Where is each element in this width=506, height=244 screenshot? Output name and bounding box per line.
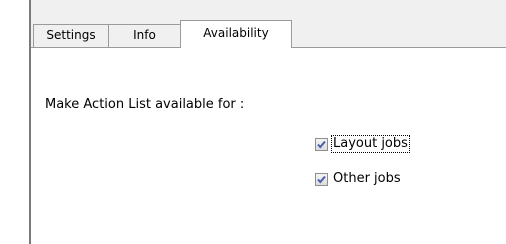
availability-panel	[31, 47, 506, 244]
layout-jobs-checkbox[interactable]: Layout jobs	[315, 135, 410, 153]
checkbox-box[interactable]	[315, 172, 328, 186]
tab-settings[interactable]: Settings	[33, 24, 109, 47]
tab-settings-label: Settings	[46, 28, 96, 42]
checkbox-box[interactable]	[315, 137, 328, 151]
tab-info-label: Info	[133, 28, 156, 42]
tab-info[interactable]: Info	[108, 24, 181, 47]
checkmark-icon	[317, 140, 326, 149]
layout-jobs-label: Layout jobs	[331, 135, 410, 153]
tab-availability-label: Availability	[203, 26, 269, 40]
other-jobs-label: Other jobs	[333, 171, 401, 186]
checkmark-icon	[317, 175, 326, 184]
action-list-dialog: Settings Info Availability Make Action L…	[0, 0, 506, 244]
availability-prompt: Make Action List available for :	[45, 97, 245, 112]
other-jobs-checkbox[interactable]: Other jobs	[315, 170, 402, 188]
tab-availability[interactable]: Availability	[180, 20, 292, 48]
tab-strip: Settings Info Availability	[31, 20, 506, 48]
